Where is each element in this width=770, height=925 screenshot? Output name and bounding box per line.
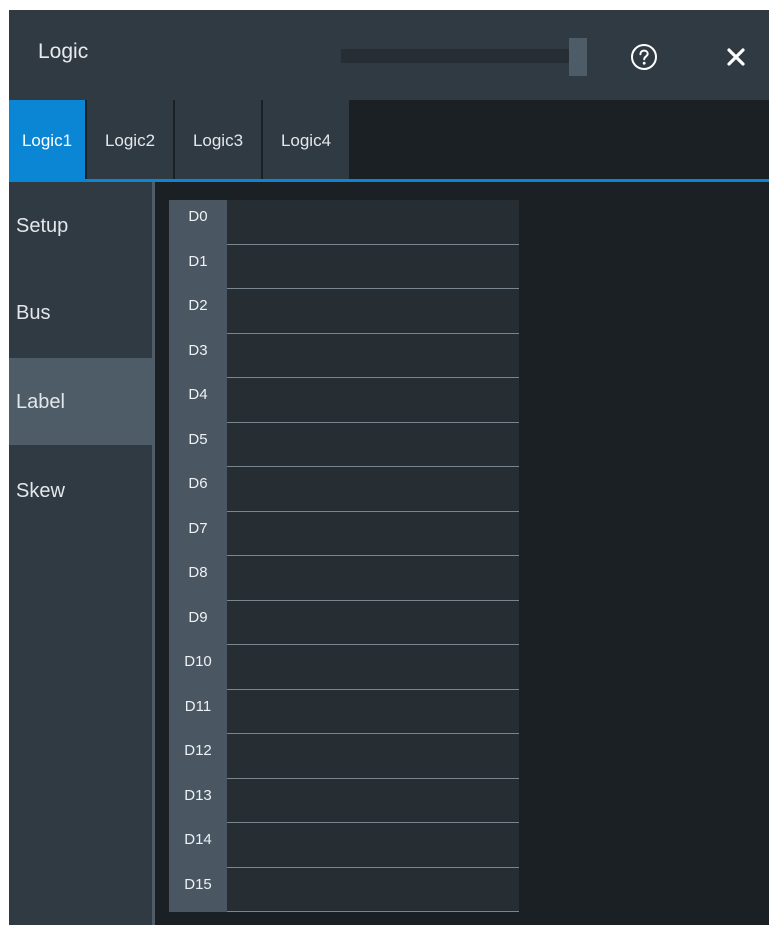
nav-item-bus[interactable]: Bus bbox=[9, 269, 152, 356]
channel-name: D1 bbox=[169, 244, 227, 289]
label-input[interactable] bbox=[227, 511, 519, 556]
help-circle-icon bbox=[631, 44, 657, 70]
label-input[interactable] bbox=[227, 689, 519, 734]
dialog-title: Logic bbox=[38, 40, 89, 63]
label-row: D14 bbox=[169, 823, 519, 868]
channel-name: D10 bbox=[169, 645, 227, 690]
label-input[interactable] bbox=[227, 244, 519, 289]
nav-divider bbox=[152, 182, 155, 925]
close-icon bbox=[727, 48, 745, 66]
channel-name: D5 bbox=[169, 422, 227, 467]
side-navigation: Setup Bus Label Skew bbox=[9, 182, 152, 925]
channel-name: D7 bbox=[169, 511, 227, 556]
channel-name: D8 bbox=[169, 556, 227, 601]
tab-logic1[interactable]: Logic1 bbox=[9, 100, 85, 179]
label-row: D12 bbox=[169, 734, 519, 779]
label-table: D0 D1 D2 D3 D4 D5 D6 D7 D8 D9 D10 D11 D12 D13 D14 D15 bbox=[169, 200, 519, 912]
channel-name: D13 bbox=[169, 778, 227, 823]
dialog-move-handle[interactable] bbox=[569, 38, 587, 76]
channel-name: D12 bbox=[169, 734, 227, 779]
label-row: D6 bbox=[169, 467, 519, 512]
logic-dialog: Logic Logic1 Logic2 Logic3 Logic4 Setup … bbox=[9, 10, 769, 925]
logic-tabs: Logic1 Logic2 Logic3 Logic4 bbox=[9, 100, 769, 180]
channel-name: D9 bbox=[169, 600, 227, 645]
label-row: D8 bbox=[169, 556, 519, 601]
label-row: D9 bbox=[169, 600, 519, 645]
label-input[interactable] bbox=[227, 645, 519, 690]
channel-name: D3 bbox=[169, 333, 227, 378]
channel-name: D0 bbox=[169, 200, 227, 245]
label-row: D1 bbox=[169, 244, 519, 289]
label-row: D5 bbox=[169, 422, 519, 467]
label-row: D15 bbox=[169, 867, 519, 912]
label-row: D10 bbox=[169, 645, 519, 690]
label-input[interactable] bbox=[227, 422, 519, 467]
label-input[interactable] bbox=[227, 867, 519, 912]
label-input[interactable] bbox=[227, 289, 519, 334]
channel-name: D2 bbox=[169, 289, 227, 334]
label-row: D7 bbox=[169, 511, 519, 556]
channel-name: D11 bbox=[169, 689, 227, 734]
label-input[interactable] bbox=[227, 823, 519, 868]
label-row: D4 bbox=[169, 378, 519, 423]
label-input[interactable] bbox=[227, 200, 519, 245]
dialog-move-track[interactable] bbox=[341, 49, 571, 63]
label-row: D13 bbox=[169, 778, 519, 823]
label-input[interactable] bbox=[227, 734, 519, 779]
nav-item-skew[interactable]: Skew bbox=[9, 447, 152, 534]
nav-item-label[interactable]: Label bbox=[9, 358, 152, 445]
label-input[interactable] bbox=[227, 778, 519, 823]
label-row: D0 bbox=[169, 200, 519, 245]
label-input[interactable] bbox=[227, 467, 519, 512]
tab-logic3[interactable]: Logic3 bbox=[175, 100, 261, 179]
channel-name: D4 bbox=[169, 378, 227, 423]
channel-name: D15 bbox=[169, 867, 227, 912]
label-row: D2 bbox=[169, 289, 519, 334]
channel-name: D14 bbox=[169, 823, 227, 868]
close-button[interactable] bbox=[723, 44, 749, 70]
label-input[interactable] bbox=[227, 378, 519, 423]
title-bar[interactable]: Logic bbox=[9, 10, 769, 100]
label-input[interactable] bbox=[227, 600, 519, 645]
label-row: D3 bbox=[169, 333, 519, 378]
label-row: D11 bbox=[169, 689, 519, 734]
label-input[interactable] bbox=[227, 333, 519, 378]
label-input[interactable] bbox=[227, 556, 519, 601]
channel-name: D6 bbox=[169, 467, 227, 512]
nav-item-setup[interactable]: Setup bbox=[9, 182, 152, 269]
tab-logic4[interactable]: Logic4 bbox=[263, 100, 349, 179]
tab-logic2[interactable]: Logic2 bbox=[87, 100, 173, 179]
help-button[interactable] bbox=[630, 43, 658, 71]
